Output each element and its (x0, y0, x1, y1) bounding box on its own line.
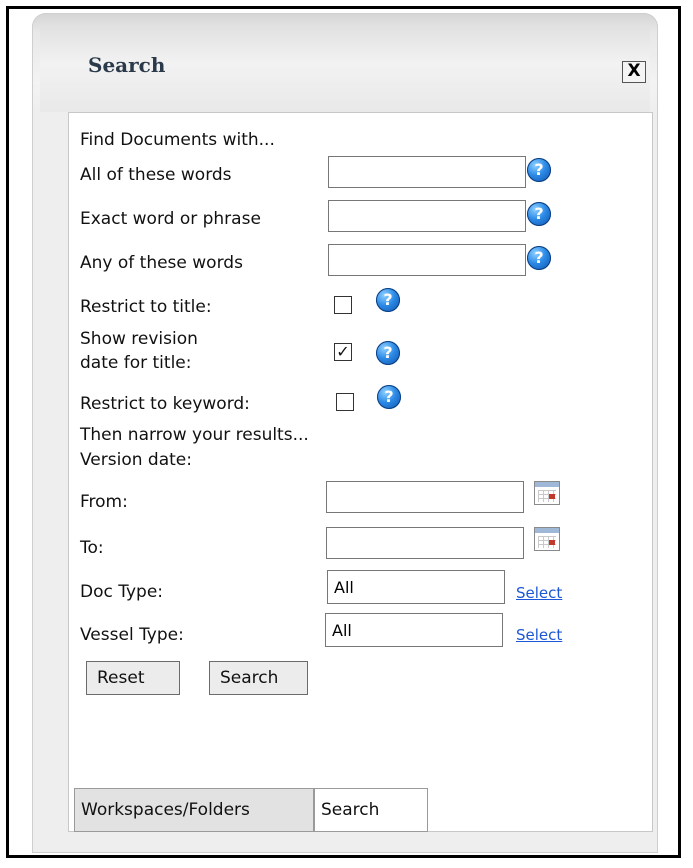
reset-button[interactable]: Reset (86, 661, 180, 695)
restrict-keyword-label: Restrict to keyword: (80, 394, 250, 414)
all-words-label: All of these words (80, 165, 232, 185)
exact-phrase-input[interactable] (328, 200, 526, 232)
close-icon: X (627, 61, 641, 81)
from-date-input[interactable] (326, 481, 524, 513)
help-exact-phrase-icon[interactable]: ? (527, 202, 551, 226)
help-show-revision-icon[interactable]: ? (376, 341, 400, 365)
show-revision-checkbox[interactable]: ✓ (334, 343, 352, 361)
doc-type-label: Doc Type: (80, 582, 164, 602)
to-date-label: To: (80, 538, 104, 558)
narrow-results-heading: Then narrow your results... (80, 425, 309, 445)
doc-type-input[interactable] (327, 570, 505, 604)
help-restrict-keyword-icon[interactable]: ? (377, 385, 401, 409)
vessel-type-label: Vessel Type: (80, 625, 184, 645)
show-revision-label-line1: Show revision (80, 329, 198, 349)
help-restrict-title-icon[interactable]: ? (376, 288, 400, 312)
to-calendar-icon[interactable] (534, 527, 560, 551)
restrict-title-checkbox[interactable] (334, 296, 352, 314)
help-any-words-icon[interactable]: ? (527, 246, 551, 270)
from-date-label: From: (80, 492, 128, 512)
close-button[interactable]: X (622, 61, 646, 83)
all-words-input[interactable] (328, 156, 526, 188)
vessel-type-input[interactable] (325, 613, 503, 647)
vessel-type-select-link[interactable]: Select (516, 626, 562, 644)
restrict-keyword-checkbox[interactable] (336, 393, 354, 411)
to-date-input[interactable] (326, 527, 524, 559)
any-words-input[interactable] (328, 244, 526, 276)
show-revision-label-line2: date for title: (80, 353, 192, 373)
tab-search[interactable]: Search (314, 788, 428, 832)
find-documents-heading: Find Documents with... (80, 130, 275, 150)
from-calendar-icon[interactable] (534, 481, 560, 505)
restrict-title-label: Restrict to title: (80, 297, 212, 317)
help-all-words-icon[interactable]: ? (527, 158, 551, 182)
exact-phrase-label: Exact word or phrase (80, 209, 261, 229)
panel-title: Search (88, 53, 166, 77)
any-words-label: Any of these words (80, 253, 243, 273)
tab-workspaces-folders[interactable]: Workspaces/Folders (74, 788, 314, 832)
version-date-label: Version date: (80, 450, 192, 470)
search-button[interactable]: Search (209, 661, 308, 695)
doc-type-select-link[interactable]: Select (516, 584, 562, 602)
